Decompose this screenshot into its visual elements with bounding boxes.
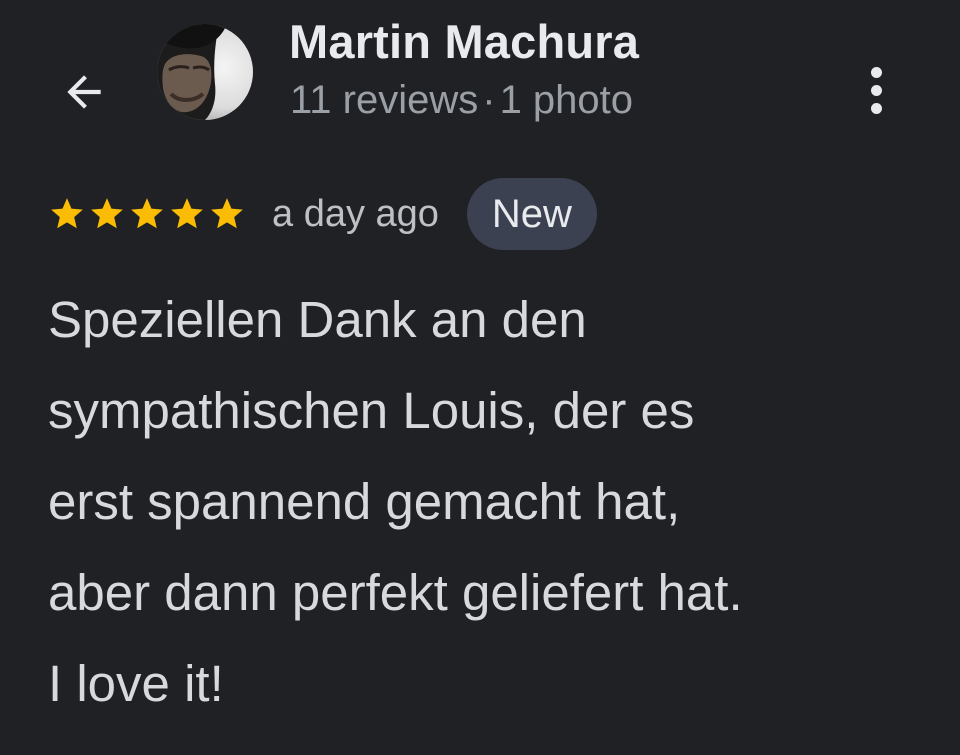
review-text-line: sympathischen Louis, der es xyxy=(48,382,695,439)
star-icon xyxy=(91,198,123,229)
back-button[interactable] xyxy=(52,62,116,122)
review-text: Speziellen Dank an den sympathischen Loui… xyxy=(48,274,928,729)
star-icon xyxy=(171,198,203,229)
avatar-image xyxy=(157,24,253,120)
photos-count: 1 photo xyxy=(499,78,634,122)
more-vert-icon-dot xyxy=(870,84,882,96)
star-rating xyxy=(48,195,246,233)
review-text-line: I love it! xyxy=(48,655,224,712)
review-time: a day ago xyxy=(272,192,439,235)
more-options-button[interactable] xyxy=(852,58,900,122)
new-badge: New xyxy=(466,178,597,250)
reviewer-stats: 11 reviews · 1 photo xyxy=(290,78,633,123)
more-vert-icon xyxy=(870,66,882,78)
review-text-line: aber dann perfekt geliefert hat. xyxy=(48,564,743,621)
reviewer-name[interactable]: Martin Machura xyxy=(289,14,639,69)
star-icon xyxy=(131,198,163,229)
arrow-left-icon xyxy=(67,75,101,109)
meta-separator: · xyxy=(482,78,496,122)
review-header: Martin Machura 11 reviews · 1 photo xyxy=(0,0,960,150)
star-icon xyxy=(211,198,243,229)
review-text-line: erst spannend gemacht hat, xyxy=(48,473,681,530)
avatar[interactable] xyxy=(157,24,253,120)
review-text-line: Speziellen Dank an den xyxy=(48,291,587,348)
rating-row: a day ago New xyxy=(48,178,597,250)
reviews-count: 11 reviews xyxy=(290,78,479,122)
star-icon xyxy=(51,198,83,229)
more-vert-icon-dot xyxy=(870,102,882,114)
